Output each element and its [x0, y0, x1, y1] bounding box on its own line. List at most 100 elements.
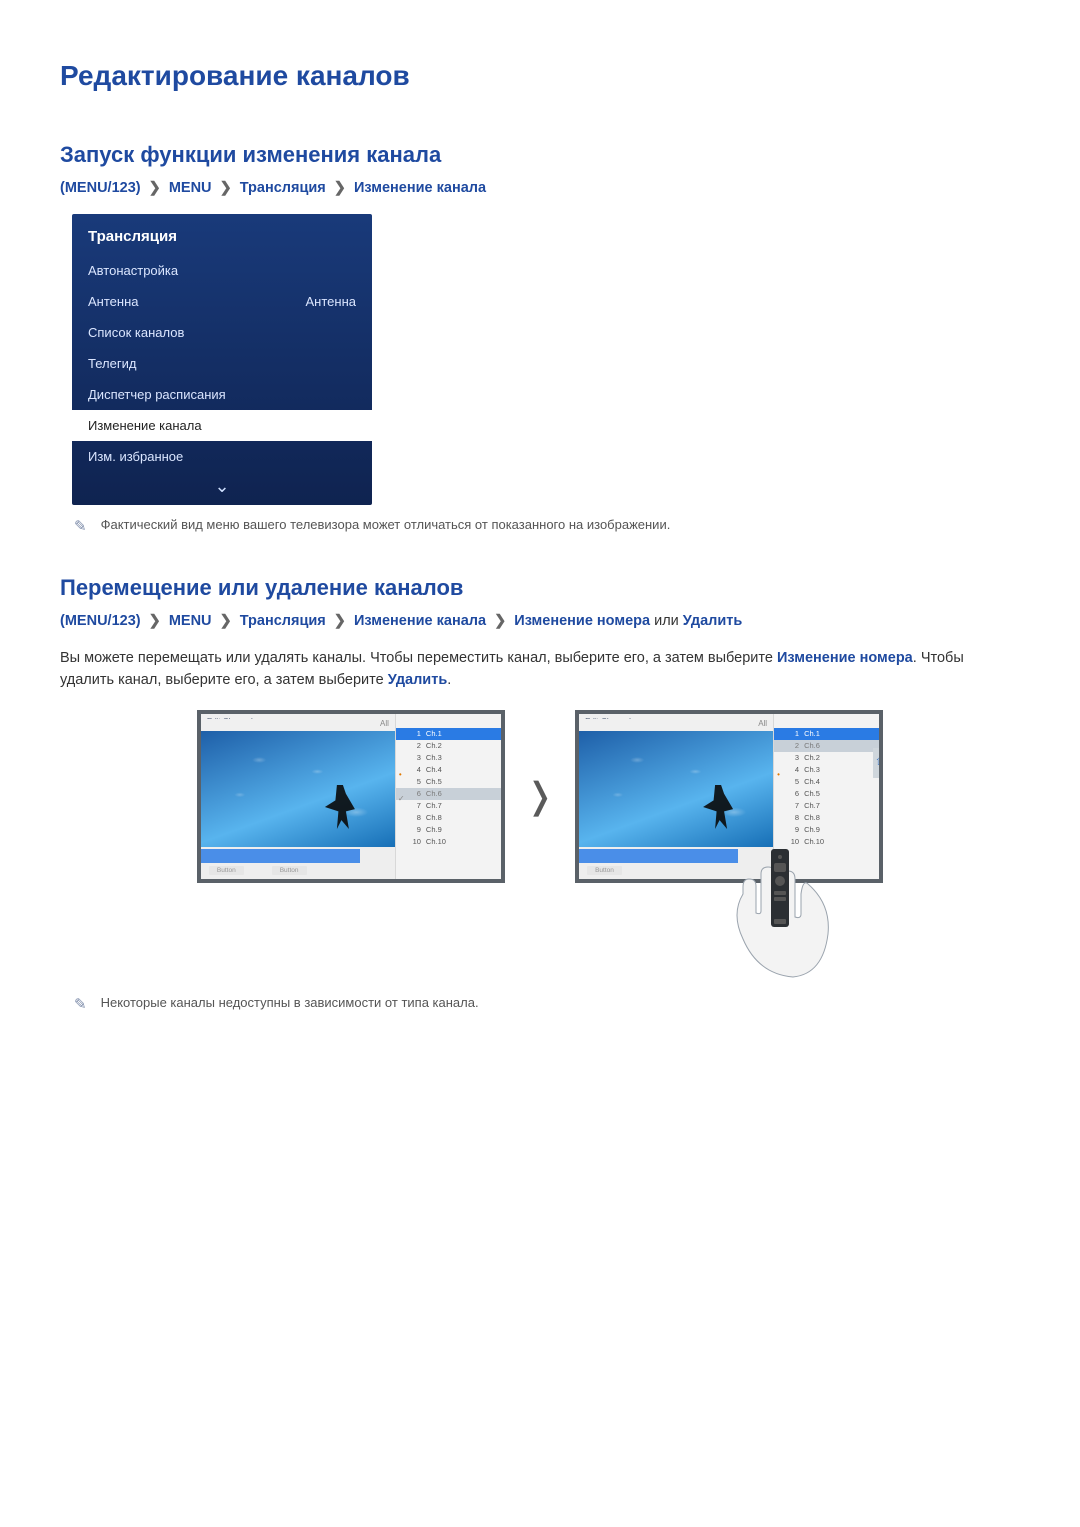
channel-row[interactable]: 1Ch.1 — [774, 728, 879, 740]
preview-button[interactable]: Button — [209, 866, 244, 875]
channel-name: Ch.4 — [804, 777, 820, 786]
channel-name: Ch.2 — [804, 753, 820, 762]
channel-row[interactable]: 6 Ch.5 — [774, 788, 879, 800]
paren-close: ) — [136, 180, 141, 196]
screen-filter: All — [201, 719, 395, 731]
arrow-up-icon: ⇧ — [873, 748, 883, 778]
channel-row[interactable]: 3Ch.3 — [396, 752, 501, 764]
progress-bar — [579, 849, 738, 863]
channel-number: 3 — [411, 753, 421, 762]
tv-menu-item-label: Список каналов — [88, 325, 184, 340]
chevron-right-icon: ❭ — [525, 716, 555, 876]
channel-row[interactable]: 10 Ch.10 — [774, 836, 879, 848]
tv-menu-item-label: Изменение канала — [88, 418, 202, 433]
channel-row[interactable]: 8Ch.8 — [396, 812, 501, 824]
channel-name: Ch.1 — [426, 729, 442, 738]
tv-menu-item-label: Изм. избранное — [88, 449, 183, 464]
tv-menu-item[interactable]: Автонастройка — [72, 255, 372, 286]
preview-image — [201, 731, 395, 847]
channel-row[interactable]: 5 Ch.5 — [396, 776, 501, 788]
section-heading: Запуск функции изменения канала — [60, 142, 1020, 168]
pencil-icon: ✎ — [74, 995, 87, 1013]
channel-name: Ch.8 — [804, 813, 820, 822]
channel-name: Ch.8 — [426, 813, 442, 822]
bc-menu: MENU — [169, 613, 212, 629]
note: ✎ Некоторые каналы недоступны в зависимо… — [74, 995, 1020, 1013]
text: Вы можете перемещать или удалять каналы.… — [60, 650, 777, 666]
bc-menu123: MENU/123 — [65, 613, 136, 629]
channel-row[interactable]: 10Ch.10 — [396, 836, 501, 848]
channel-name: Ch.7 — [804, 801, 820, 810]
keyword: Изменение номера — [777, 650, 913, 666]
channel-number: 9 — [411, 825, 421, 834]
note-text: Фактический вид меню вашего телевизора м… — [101, 517, 671, 532]
channel-name: Ch.10 — [804, 837, 824, 846]
progress-bar — [201, 849, 360, 863]
paren-close: ) — [136, 613, 141, 629]
preview-button[interactable]: Button — [272, 866, 307, 875]
note-text: Некоторые каналы недоступны в зависимост… — [101, 995, 479, 1010]
channel-name: Ch.1 — [804, 729, 820, 738]
tv-menu-item[interactable]: Изменение канала — [72, 410, 372, 441]
bc-or: или — [650, 613, 683, 629]
tv-menu-item-label: Диспетчер расписания — [88, 387, 226, 402]
channel-name: Ch.5 — [426, 777, 442, 786]
tv-menu-item[interactable]: АнтеннаАнтенна — [72, 286, 372, 317]
screen-filter: All — [579, 719, 773, 731]
channel-row[interactable]: 7Ch.7 — [396, 800, 501, 812]
channel-row[interactable]: 2 Ch.6 — [774, 740, 879, 752]
text: . — [447, 672, 451, 688]
channel-row[interactable]: 3Ch.2 — [774, 752, 879, 764]
screen-left: Edit Channel All ButtonButton 1Ch.12Ch.2… — [197, 710, 505, 883]
bc-item: Трансляция — [240, 613, 326, 629]
chevron-right-icon: ❯ — [220, 180, 232, 196]
channel-row[interactable]: 6 Ch.6 — [396, 788, 501, 800]
channel-row[interactable]: 7Ch.7 — [774, 800, 879, 812]
channel-list: 1Ch.12 Ch.6 3Ch.24Ch.35Ch.46 Ch.5 7Ch.78Ch.8… — [773, 714, 879, 879]
page-title: Редактирование каналов — [60, 60, 1020, 92]
channel-number: 1 — [411, 729, 421, 738]
tv-menu-item-label: Антенна — [88, 294, 138, 309]
channel-number: 5 — [411, 777, 421, 786]
preview-button[interactable]: Button — [587, 866, 622, 875]
channel-name: Ch.6 — [804, 741, 820, 750]
breadcrumb: (MENU/123) ❯ MENU ❯ Трансляция ❯ Изменен… — [60, 180, 1020, 196]
channel-name: Ch.9 — [804, 825, 820, 834]
tv-menu-item[interactable]: Телегид — [72, 348, 372, 379]
tv-menu-item-label: Автонастройка — [88, 263, 178, 278]
tv-menu-item[interactable]: Изм. избранное — [72, 441, 372, 472]
tv-menu: Трансляция АвтонастройкаАнтеннаАнтеннаСп… — [72, 214, 372, 505]
tv-menu-item[interactable]: Список каналов — [72, 317, 372, 348]
channel-name: Ch.3 — [804, 765, 820, 774]
screen-right: Edit Channel All Button 1Ch.12Ch.63Ch.24… — [575, 710, 883, 883]
channel-name: Ch.2 — [426, 741, 442, 750]
bc-item: Удалить — [683, 613, 743, 629]
channel-number: 2 — [411, 741, 421, 750]
channel-row[interactable]: 2 Ch.2 — [396, 740, 501, 752]
screens-row: Edit Channel All ButtonButton 1Ch.12Ch.2… — [60, 710, 1020, 883]
channel-row[interactable]: 1 Ch.1 — [396, 728, 501, 740]
channel-row[interactable]: 4Ch.4 — [396, 764, 501, 776]
note: ✎ Фактический вид меню вашего телевизора… — [74, 517, 1020, 535]
channel-row[interactable]: 9 Ch.9 — [396, 824, 501, 836]
channel-row[interactable]: 9Ch.9 — [774, 824, 879, 836]
channel-number: 6 — [789, 789, 799, 798]
channel-row[interactable]: 8Ch.8 — [774, 812, 879, 824]
tv-menu-item[interactable]: Диспетчер расписания — [72, 379, 372, 410]
channel-row[interactable]: 5Ch.4 — [774, 776, 879, 788]
tv-menu-item-label: Телегид — [88, 356, 136, 371]
chevron-right-icon: ❯ — [334, 613, 346, 629]
channel-row[interactable]: 4Ch.3 — [774, 764, 879, 776]
channel-name: Ch.6 — [426, 789, 442, 798]
channel-number: 10 — [789, 837, 799, 846]
channel-name: Ch.9 — [426, 825, 442, 834]
channel-number: 6 — [411, 789, 421, 798]
channel-name: Ch.10 — [426, 837, 446, 846]
bc-item: Изменение канала — [354, 180, 486, 196]
chevron-right-icon: ❯ — [220, 613, 232, 629]
channel-name: Ch.5 — [804, 789, 820, 798]
chevron-right-icon: ❯ — [149, 613, 161, 629]
bc-menu123: MENU/123 — [65, 180, 136, 196]
channel-number: 2 — [789, 741, 799, 750]
channel-list: 1 Ch.1 2 Ch.2 3Ch.34Ch.45 Ch.5 6 Ch.6 7Ch.78Ch.8… — [395, 714, 501, 879]
